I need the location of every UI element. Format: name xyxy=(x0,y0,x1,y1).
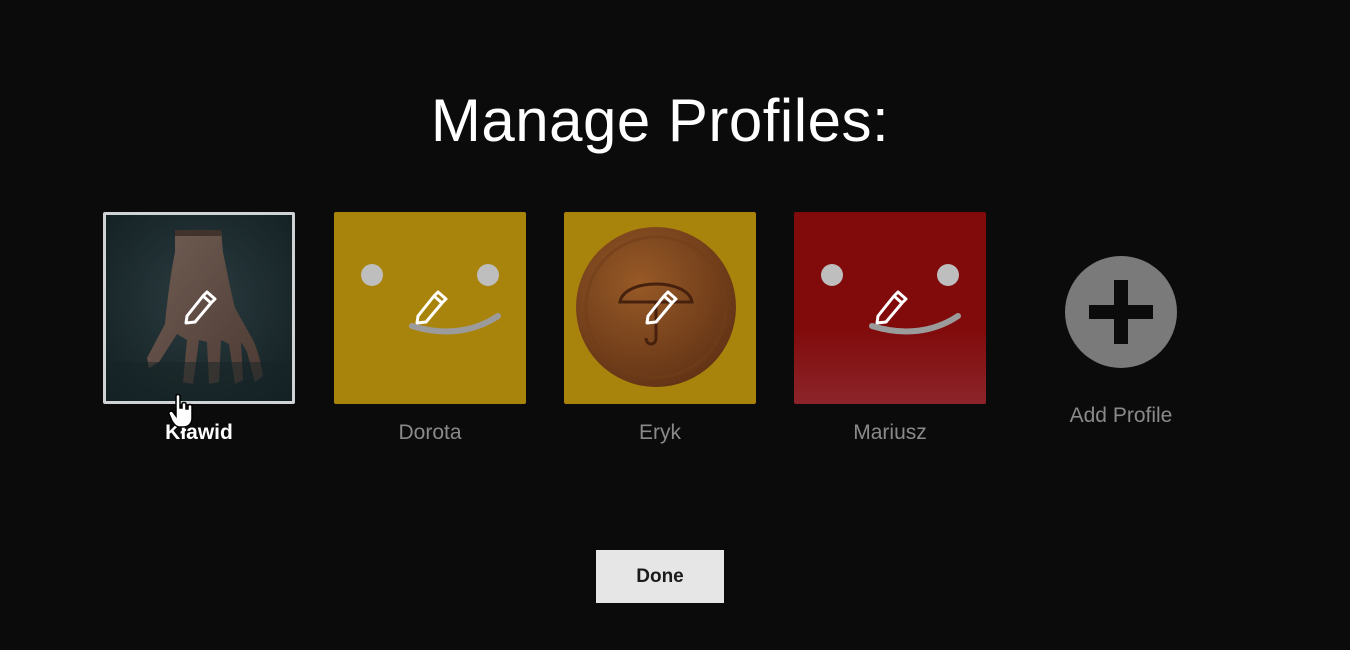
profile-name: Kławid xyxy=(165,421,233,444)
hand-cursor-icon xyxy=(168,394,193,428)
profile-name: Dorota xyxy=(398,421,462,444)
profile-name: Mariusz xyxy=(853,421,927,444)
pencil-icon[interactable] xyxy=(410,288,450,328)
profile-avatar[interactable] xyxy=(103,212,295,404)
profile-dorota[interactable]: Dorota xyxy=(334,212,526,445)
manage-profiles-screen: Manage Profiles: Kławid Dorota Eryk Mari… xyxy=(0,0,1350,650)
pencil-icon[interactable] xyxy=(179,288,219,328)
pencil-icon[interactable] xyxy=(870,288,910,328)
page-title: Manage Profiles: xyxy=(430,87,890,154)
add-profile-label: Add Profile xyxy=(1069,404,1173,427)
profile-avatar[interactable] xyxy=(794,212,986,404)
plus-icon[interactable] xyxy=(1065,256,1177,368)
pencil-icon[interactable] xyxy=(640,288,680,328)
profile-avatar[interactable] xyxy=(334,212,526,404)
add-profile-button[interactable]: Add Profile xyxy=(1025,212,1217,428)
profile-kławid[interactable]: Kławid xyxy=(103,212,295,445)
done-button[interactable]: Done xyxy=(596,550,724,603)
profile-eryk[interactable]: Eryk xyxy=(564,212,756,445)
profile-mariusz[interactable]: Mariusz xyxy=(794,212,986,445)
profile-avatar[interactable] xyxy=(564,212,756,404)
profile-name: Eryk xyxy=(639,421,681,444)
